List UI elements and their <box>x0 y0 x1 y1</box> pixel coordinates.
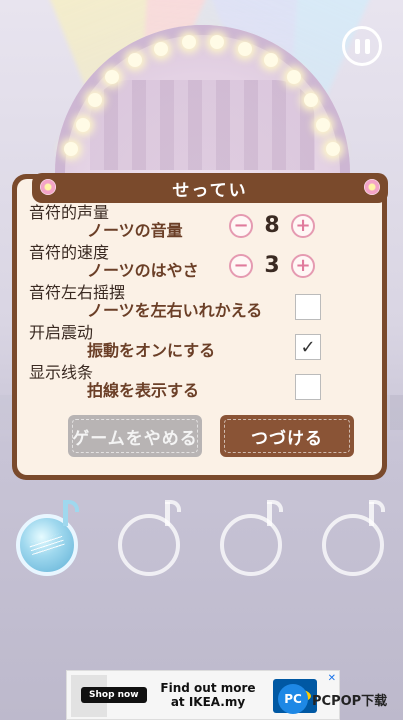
stage-bulb <box>64 142 78 156</box>
stage-bulb <box>76 118 90 132</box>
ad-text: Find out more at IKEA.my <box>160 681 256 709</box>
check-icon: ✓ <box>300 336 316 358</box>
setting-label-cn: 显示线条 <box>29 363 94 382</box>
settings-panel: せってい 音符的声量 ノーツの音量 − 8 + 音符的速度 ノーツのはやさ − … <box>17 173 388 475</box>
note-flag <box>369 500 385 512</box>
note-slot[interactable] <box>220 500 283 576</box>
setting-label-jp: ノーツの音量 <box>87 221 183 240</box>
music-note-icon <box>220 514 282 576</box>
minus-button[interactable]: − <box>229 213 253 238</box>
setting-label-cn: 开启震动 <box>29 323 94 342</box>
stage-bulb <box>287 70 301 84</box>
setting-label-jp: ノーツのはやさ <box>87 261 199 280</box>
setting-label-jp: ノーツを左右いれかえる <box>87 301 263 320</box>
beatlines-checkbox[interactable] <box>295 374 321 400</box>
stage-bulb <box>210 35 224 49</box>
volume-value: 8 <box>264 213 280 238</box>
note-flag <box>165 500 181 512</box>
flower-icon <box>40 179 56 195</box>
button-stitch <box>224 419 350 453</box>
stage-bulb <box>88 93 102 107</box>
note-slot[interactable] <box>118 500 181 576</box>
plus-button[interactable]: + <box>291 253 315 278</box>
swap-checkbox[interactable] <box>295 294 321 320</box>
watermark-logo-icon: PC <box>278 684 308 714</box>
stage-bulb <box>154 42 168 56</box>
setting-label-jp: 拍線を表示する <box>87 381 200 400</box>
watermark: PC PCPOP下载 <box>278 684 387 714</box>
pause-icon <box>354 38 360 54</box>
volume-stepper: − 8 + <box>229 213 315 238</box>
speed-value: 3 <box>264 253 280 278</box>
settings-dialog: せってい 音符的声量 ノーツの音量 − 8 + 音符的速度 ノーツのはやさ − … <box>12 173 388 480</box>
music-note-icon <box>322 514 384 576</box>
stage-bulb <box>128 53 142 67</box>
music-note-icon <box>118 514 180 576</box>
quit-game-button[interactable]: ゲームをやめる <box>68 415 202 457</box>
button-stitch <box>72 419 198 453</box>
continue-button[interactable]: つづける <box>220 415 354 457</box>
stage-bulb <box>182 35 196 49</box>
stage-bulb <box>264 53 278 67</box>
setting-label-jp: 振動をオンにする <box>87 341 216 360</box>
pause-icon <box>364 38 370 54</box>
note-slot-active[interactable] <box>16 500 79 576</box>
vibration-checkbox[interactable]: ✓ <box>295 334 321 360</box>
stage-bulb <box>316 118 330 132</box>
note-flag <box>63 500 79 512</box>
stage-bulb <box>326 142 340 156</box>
pause-button[interactable] <box>342 26 382 66</box>
watermark-text: PCPOP下载 <box>312 693 388 709</box>
dialog-title: せってい <box>172 180 248 201</box>
ad-close-icon[interactable]: ✕ <box>328 673 336 684</box>
minus-button[interactable]: − <box>229 253 253 278</box>
flower-icon <box>364 179 380 195</box>
speed-stepper: − 3 + <box>229 253 315 278</box>
note-flag <box>267 500 283 512</box>
note-slot[interactable] <box>322 500 385 576</box>
plus-button[interactable]: + <box>291 213 315 238</box>
ad-shop-now-button[interactable]: Shop now <box>81 687 147 703</box>
stage-bulb <box>304 93 318 107</box>
stage-bulb <box>105 70 119 84</box>
stage-bulb <box>238 42 252 56</box>
stage-curtain <box>90 80 315 170</box>
